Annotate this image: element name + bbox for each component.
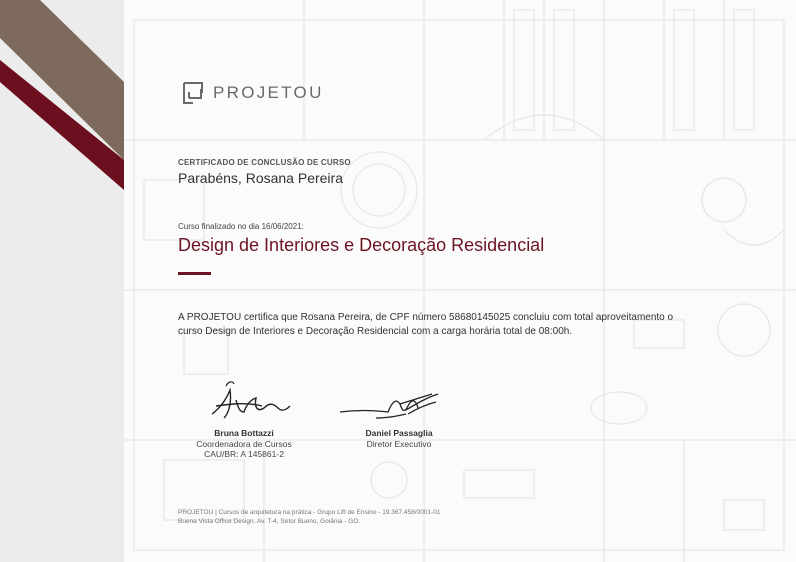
signatory-role: Coordenadora de Cursos	[196, 438, 292, 449]
signatory-name: Daniel Passaglia	[365, 428, 433, 438]
completion-date-text: Curso finalizado no dia 16/06/2021:	[178, 222, 304, 231]
signatory-role: Diretor Executivo	[366, 438, 432, 449]
certificate-body: A PROJETOU certifica que Rosana Pereira,…	[178, 311, 738, 339]
certificate-body-line-2: curso Design de Interiores e Decoração R…	[178, 326, 573, 337]
signatory-name: Bruna Bottazzi	[214, 428, 274, 438]
signature-bruna-image	[211, 381, 291, 419]
footer-line-1: PROJETOU | Cursos de arquitetura na prát…	[178, 509, 441, 516]
certificate-eyebrow: CERTIFICADO DE CONCLUSÃO DE CURSO	[178, 158, 351, 167]
signature-daniel-image	[339, 393, 439, 419]
signature-block-coordinator: Bruna Bottazzi Coordenadora de Cursos CA…	[184, 428, 304, 460]
certificate-body-line-1: A PROJETOU certifica que Rosana Pereira,…	[178, 312, 674, 323]
projetou-logo-icon	[183, 82, 203, 104]
signature-block-director: Daniel Passaglia Diretor Executivo	[334, 428, 464, 449]
certificate-footer: PROJETOU | Cursos de arquitetura na prát…	[178, 508, 440, 526]
brand-logo: PROJETOU	[180, 80, 324, 106]
title-divider	[178, 272, 211, 275]
left-decorative-strip	[0, 0, 124, 562]
signatory-registration: CAU/BR: A 145861-2	[204, 449, 284, 459]
diagonal-bands	[0, 0, 124, 190]
brand-name: PROJETOU	[213, 83, 324, 102]
congratulations-text: Parabéns, Rosana Pereira	[178, 170, 343, 186]
course-title: Design de Interiores e Decoração Residen…	[178, 235, 545, 255]
footer-line-2: Buena Vista Office Design, Av. T-4, Seto…	[178, 518, 361, 525]
certificate: PROJETOU CERTIFICADO DE CONCLUSÃO DE CUR…	[124, 0, 796, 562]
